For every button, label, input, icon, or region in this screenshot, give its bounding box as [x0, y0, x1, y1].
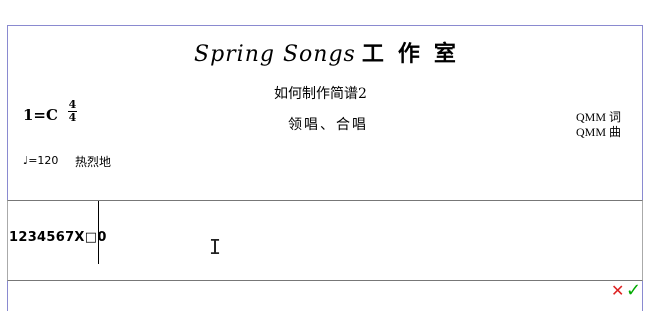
- key-signature[interactable]: 1=C: [23, 106, 58, 124]
- note-input-text[interactable]: 1234567X□0: [9, 230, 107, 245]
- time-sig-bottom: 4: [68, 111, 77, 124]
- song-title[interactable]: 如何制作简谱2: [274, 83, 367, 103]
- time-signature[interactable]: 4 4: [68, 98, 77, 124]
- studio-suffix: 工作室: [361, 41, 470, 67]
- ibeam-cursor-icon: I: [209, 235, 222, 259]
- studio-title[interactable]: Spring Songs 工作室: [194, 36, 470, 68]
- composer-label[interactable]: QMM 曲: [576, 123, 621, 140]
- mood-mark[interactable]: 热烈地: [75, 153, 111, 170]
- cancel-icon[interactable]: ✕: [611, 283, 624, 299]
- studio-name: Spring Songs: [194, 42, 356, 67]
- confirm-icon[interactable]: ✓: [626, 282, 641, 300]
- note-input-area[interactable]: 1234567X□0 I: [7, 200, 643, 281]
- text-cursor: [98, 201, 99, 264]
- tempo-mark[interactable]: ♩=120: [23, 154, 58, 167]
- time-sig-top: 4: [68, 98, 77, 111]
- singers-label[interactable]: 领唱、合唱: [288, 114, 368, 134]
